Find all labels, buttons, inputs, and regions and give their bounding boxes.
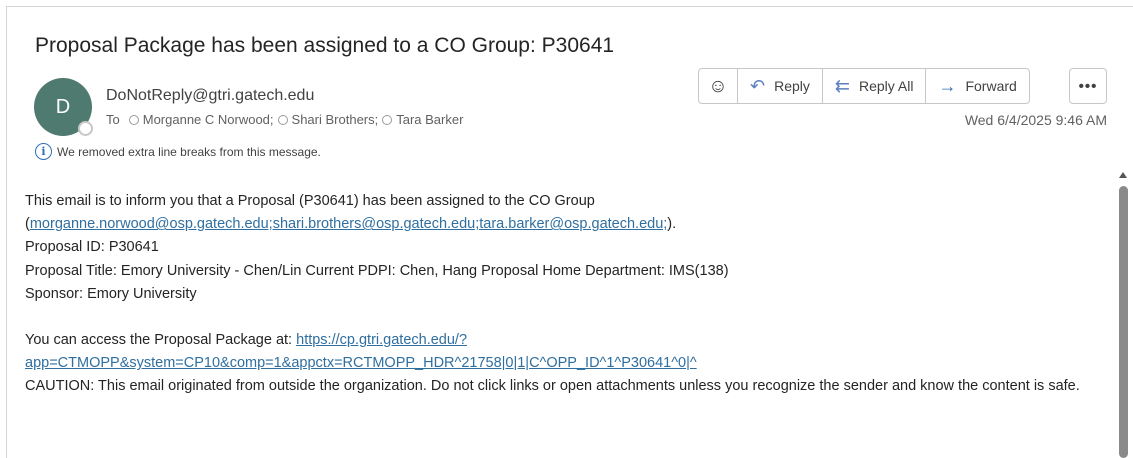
co-group-email-link[interactable]: morganne.norwood@osp.gatech.edu;shari.br… <box>30 216 667 232</box>
info-icon: i <box>35 143 52 160</box>
body-co-group-line: (morganne.norwood@osp.gatech.edu;shari.b… <box>25 216 677 233</box>
proposal-title: Proposal Title: Emory University - Chen/… <box>25 262 729 279</box>
ellipsis-icon: ••• <box>1078 77 1098 95</box>
body-intro-line: This email is to inform you that a Propo… <box>25 193 595 209</box>
smiley-icon: ☺ <box>708 75 728 97</box>
presence-icon <box>382 114 393 125</box>
info-notice: i We removed extra line breaks from this… <box>35 143 321 160</box>
reply-all-arrow-icon: ⇇ <box>834 76 850 96</box>
vertical-scrollbar-thumb[interactable] <box>1119 186 1128 458</box>
proposal-id: Proposal ID: P30641 <box>25 239 159 256</box>
message-body: This email is to inform you that a Propo… <box>25 190 1110 399</box>
presence-icon <box>128 114 139 125</box>
caution-notice: CAUTION: This email originated from outs… <box>25 378 1080 395</box>
forward-label: Forward <box>965 78 1017 94</box>
reply-all-label: Reply All <box>858 78 914 94</box>
recipient-name: Tara Barker <box>396 112 464 127</box>
info-notice-text: We removed extra line breaks from this m… <box>57 144 321 159</box>
proposal-link-part-2[interactable]: app=CTMOPP&system=CP10&comp=1&appctx=RCT… <box>25 355 697 371</box>
reply-label: Reply <box>774 78 810 94</box>
avatar-initial: D <box>55 95 71 118</box>
sponsor: Sponsor: Emory University <box>25 285 197 302</box>
message-subject: Proposal Package has been assigned to a … <box>35 34 615 57</box>
recipient-item[interactable]: Tara Barker <box>382 112 463 127</box>
presence-icon <box>277 114 288 125</box>
scroll-up-arrow-icon[interactable] <box>1119 172 1127 178</box>
presence-status-icon <box>78 121 93 136</box>
recipient-name: Morganne C Norwood; <box>142 112 274 127</box>
recipient-item[interactable]: Morganne C Norwood; <box>128 112 274 127</box>
sender-address[interactable]: DoNotReply@gtri.gatech.edu <box>106 87 314 105</box>
reply-arrow-icon: ↶ <box>750 76 766 96</box>
access-link-line: app=CTMOPP&system=CP10&comp=1&appctx=RCT… <box>25 352 1110 375</box>
to-label: To <box>106 112 120 127</box>
recipient-name: Shari Brothers; <box>291 112 379 127</box>
forward-button[interactable]: → Forward <box>926 69 1028 103</box>
reply-all-button[interactable]: ⇇ Reply All <box>823 69 927 103</box>
forward-arrow-icon: → <box>938 76 957 96</box>
more-actions-button[interactable]: ••• <box>1069 68 1107 104</box>
recipients-line: To Morganne C Norwood; Shari Brothers; T… <box>106 112 467 127</box>
reply-button[interactable]: ↶ Reply <box>738 69 823 103</box>
reaction-button[interactable]: ☺ <box>699 69 738 103</box>
message-date: Wed 6/4/2025 9:46 AM <box>964 112 1107 128</box>
access-line: You can access the Proposal Package at: … <box>25 332 468 349</box>
recipient-item[interactable]: Shari Brothers; <box>277 112 379 127</box>
message-actions: ☺ ↶ Reply ⇇ Reply All → Forward <box>698 68 1030 104</box>
proposal-link-part-1[interactable]: https://cp.gtri.gatech.edu/? <box>296 332 467 348</box>
